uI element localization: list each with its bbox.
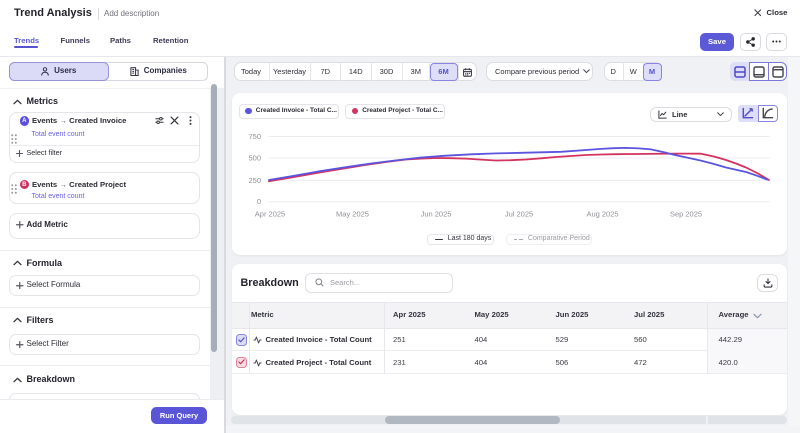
svg-text:Jun 2025: Jun 2025	[420, 210, 451, 219]
svg-text:Apr 2025: Apr 2025	[254, 210, 284, 219]
svg-text:Sep 2025: Sep 2025	[669, 210, 701, 219]
svg-text:May 2025: May 2025	[336, 210, 369, 219]
svg-text:Jul 2025: Jul 2025	[504, 210, 532, 219]
svg-text:500: 500	[248, 154, 261, 163]
svg-text:250: 250	[248, 176, 261, 185]
svg-text:Aug 2025: Aug 2025	[586, 210, 618, 219]
svg-text:750: 750	[248, 132, 261, 141]
svg-text:0: 0	[256, 197, 260, 206]
